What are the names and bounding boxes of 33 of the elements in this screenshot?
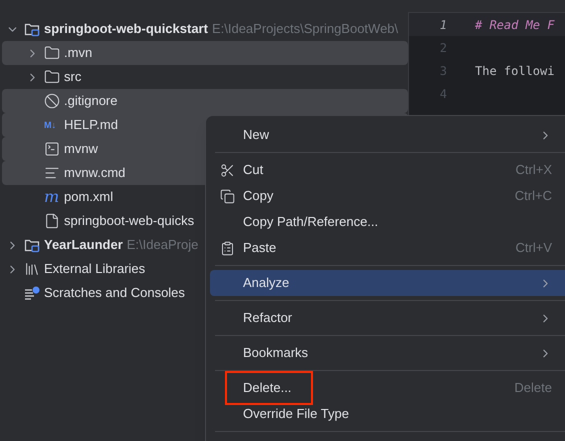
menu-item-label: Refactor: [243, 309, 292, 328]
menu-item-label: Override File Type: [243, 405, 349, 424]
menu-item-label: Cut: [243, 161, 264, 180]
menu-item-label: Bookmarks: [243, 344, 308, 362]
tree-item-label: springboot-web-quicks: [64, 212, 194, 230]
tree-item-label: springboot-web-quickstart: [44, 20, 208, 38]
tree-item-path: E:\IdeaProje: [126, 236, 198, 254]
tree-item-path: E:\IdeaProjects\SpringBootWeb\: [212, 20, 398, 38]
tree-item-label: mvnw.cmd: [64, 164, 126, 182]
menu-item-label: New: [243, 126, 270, 144]
code-text: # Read Me F: [474, 16, 554, 34]
tree-item-label: YearLaunder: [44, 236, 123, 254]
maven-icon: m: [44, 189, 60, 205]
menu-item-label: Analyze: [243, 274, 290, 292]
tree-item-label: mvnw: [64, 140, 98, 158]
code-text: The followi: [474, 62, 554, 80]
shortcut-label: Ctrl+V: [516, 239, 552, 258]
shortcut-label: Ctrl+C: [514, 187, 552, 206]
tree-item-label: HELP.md: [64, 116, 118, 134]
markdown-icon: M↓: [44, 120, 60, 130]
tree-item-label: src: [64, 68, 82, 86]
menu-item-label: Delete...: [243, 379, 292, 398]
menu-item-label: Paste: [243, 239, 276, 258]
tree-item-label: External Libraries: [44, 260, 146, 278]
shortcut-label: Delete: [514, 379, 552, 398]
tree-item-label: pom.xml: [64, 188, 114, 206]
menu-item-label: Copy Path/Reference...: [243, 213, 378, 232]
tree-item-label: .gitignore: [64, 92, 118, 110]
menu-item-label: Copy: [243, 187, 274, 206]
line-number: 1: [438, 16, 448, 34]
tree-item-label: Scratches and Consoles: [44, 284, 185, 302]
tree-item-label: .mvn: [64, 44, 92, 62]
shortcut-label: Ctrl+X: [516, 161, 552, 180]
